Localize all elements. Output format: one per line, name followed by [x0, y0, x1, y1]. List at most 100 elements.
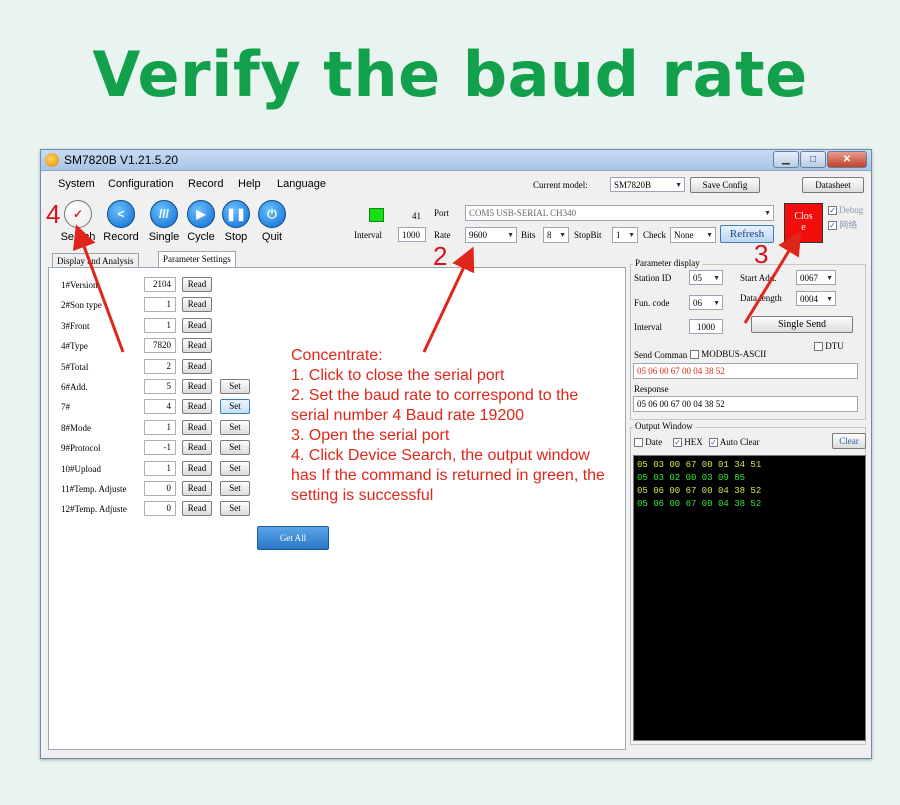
hex-checkbox[interactable]: ✓ HEX: [673, 437, 703, 448]
note-step-1: 1. Click to close the serial port: [291, 367, 505, 384]
param-read-button[interactable]: Read: [182, 501, 212, 517]
param-value-input[interactable]: 4: [144, 399, 176, 415]
param-read-button[interactable]: Read: [182, 297, 212, 313]
param-value-input[interactable]: -1: [144, 440, 176, 456]
close-port-button[interactable]: Clos e: [784, 203, 823, 243]
save-config-button[interactable]: Save Config: [690, 177, 760, 193]
single-tool[interactable]: /// Single: [146, 200, 182, 243]
param-value-input[interactable]: 0: [144, 501, 176, 517]
auto-clear-checkbox[interactable]: ✓ Auto Clear: [709, 437, 760, 448]
net-checkbox[interactable]: ✓ 网络: [828, 218, 857, 231]
data-length-label: Data length: [740, 293, 782, 303]
parameter-settings-panel: [48, 267, 626, 750]
param-read-button[interactable]: Read: [182, 277, 212, 292]
param-read-button[interactable]: Read: [182, 358, 212, 374]
param-value-input[interactable]: 5: [144, 379, 176, 394]
param-name: 7#: [61, 402, 70, 413]
date-checkbox[interactable]: Date: [634, 437, 663, 448]
send-command-input[interactable]: 05 06 00 67 00 04 38 52: [633, 363, 858, 379]
check-select[interactable]: None: [670, 227, 716, 243]
stop-tool[interactable]: ❚❚ Stop: [220, 200, 252, 243]
param-value-input[interactable]: 7820: [144, 338, 176, 354]
param-value-input[interactable]: 2: [144, 358, 176, 374]
quit-label: Quit: [261, 231, 283, 243]
title-bar[interactable]: SM7820B V1.21.5.20 ▁ □ ✕: [41, 150, 871, 171]
start-add-select[interactable]: 0067: [796, 270, 836, 285]
param-set-button[interactable]: Set: [220, 501, 250, 517]
record-tool[interactable]: < Record: [102, 200, 140, 243]
menu-system[interactable]: System: [58, 178, 95, 190]
search-tool[interactable]: ✓ Search: [60, 200, 96, 243]
modbus-check-icon: [690, 350, 699, 360]
param-read-button[interactable]: Read: [182, 481, 212, 496]
hex-check-icon: ✓: [673, 438, 682, 448]
menu-record[interactable]: Record: [188, 178, 223, 190]
current-model-select[interactable]: SM7820B: [610, 177, 685, 192]
cycle-label: Cycle: [187, 231, 215, 243]
param-set-button[interactable]: Set: [220, 481, 250, 496]
cycle-tool[interactable]: ▶ Cycle: [185, 200, 217, 243]
param-read-button[interactable]: Read: [182, 338, 212, 354]
note-title: Concentrate:: [291, 347, 383, 364]
port-select[interactable]: COM5 USB-SERIAL CH340: [465, 205, 774, 221]
param-value-input[interactable]: 1: [144, 419, 176, 435]
param-read-button[interactable]: Read: [182, 379, 212, 394]
response-input[interactable]: 05 06 00 67 00 04 38 52: [633, 396, 858, 412]
dtu-checkbox[interactable]: DTU: [814, 341, 844, 352]
station-id-label: Station ID: [634, 273, 672, 283]
menu-configuration[interactable]: Configuration: [108, 178, 173, 190]
param-name: 12#Temp. Adjuste: [61, 504, 127, 515]
note-step-4: 4. Click Device Search, the output windo…: [291, 447, 605, 504]
menu-help[interactable]: Help: [238, 178, 261, 190]
param-read-button[interactable]: Read: [182, 399, 212, 415]
param-read-button[interactable]: Read: [182, 460, 212, 476]
data-length-select[interactable]: 0004: [796, 291, 836, 306]
instruction-note: Concentrate: 1. Click to close the seria…: [291, 346, 611, 506]
param-value-input[interactable]: 0: [144, 481, 176, 496]
get-all-button[interactable]: Get All: [257, 526, 329, 550]
datasheet-button[interactable]: Datasheet: [802, 177, 864, 193]
output-line: 05 06 00 67 00 04 38 52: [637, 486, 762, 496]
maximize-button[interactable]: □: [800, 151, 826, 168]
modbus-ascii-checkbox[interactable]: MODBUS-ASCII: [690, 349, 766, 360]
date-label: Date: [645, 437, 663, 447]
station-id-select[interactable]: 05: [689, 270, 723, 285]
clear-button[interactable]: Clear: [832, 433, 866, 449]
rate-label: Rate: [434, 230, 451, 240]
fun-code-select[interactable]: 06: [689, 295, 723, 310]
param-read-button[interactable]: Read: [182, 419, 212, 435]
param-set-button[interactable]: Set: [220, 419, 250, 435]
param-value-input[interactable]: 1: [144, 317, 176, 333]
dtu-check-icon: [814, 342, 823, 352]
pd-interval-input[interactable]: 1000: [689, 319, 723, 334]
param-set-button[interactable]: Set: [220, 460, 250, 476]
marker-2: 2: [433, 241, 448, 271]
play-icon: ▶: [187, 200, 215, 228]
menu-language[interactable]: Language: [277, 178, 326, 190]
param-set-button[interactable]: Set: [220, 399, 250, 415]
window-close-button[interactable]: ✕: [827, 151, 867, 168]
baud-rate-select[interactable]: 9600: [465, 227, 517, 243]
start-add-label: Start Add.: [740, 273, 777, 283]
param-set-button[interactable]: Set: [220, 440, 250, 456]
quit-tool[interactable]: ⏻ Quit: [257, 200, 287, 243]
param-read-button[interactable]: Read: [182, 317, 212, 333]
param-value-input[interactable]: 2104: [144, 277, 176, 292]
minimize-button[interactable]: ▁: [773, 151, 799, 168]
output-window[interactable]: 05 03 00 67 00 01 34 51 05 03 02 00 03 0…: [633, 455, 866, 741]
packet-count: 41: [412, 211, 421, 221]
response-label: Response: [634, 384, 669, 394]
param-name: 9#Protocol: [61, 443, 101, 454]
pd-interval-label: Interval: [634, 322, 662, 332]
bits-select[interactable]: 8: [543, 227, 569, 243]
menu-bar: System Configuration Record Help Languag…: [41, 172, 871, 196]
interval-input[interactable]: 1000: [398, 227, 426, 242]
param-value-input[interactable]: 1: [144, 297, 176, 313]
debug-checkbox[interactable]: ✓ Debug: [828, 205, 863, 216]
param-value-input[interactable]: 1: [144, 460, 176, 476]
param-read-button[interactable]: Read: [182, 440, 212, 456]
param-set-button[interactable]: Set: [220, 379, 250, 394]
interval-label: Interval: [354, 230, 382, 240]
single-send-button[interactable]: Single Send: [751, 316, 853, 333]
stopbit-select[interactable]: 1: [612, 227, 638, 243]
